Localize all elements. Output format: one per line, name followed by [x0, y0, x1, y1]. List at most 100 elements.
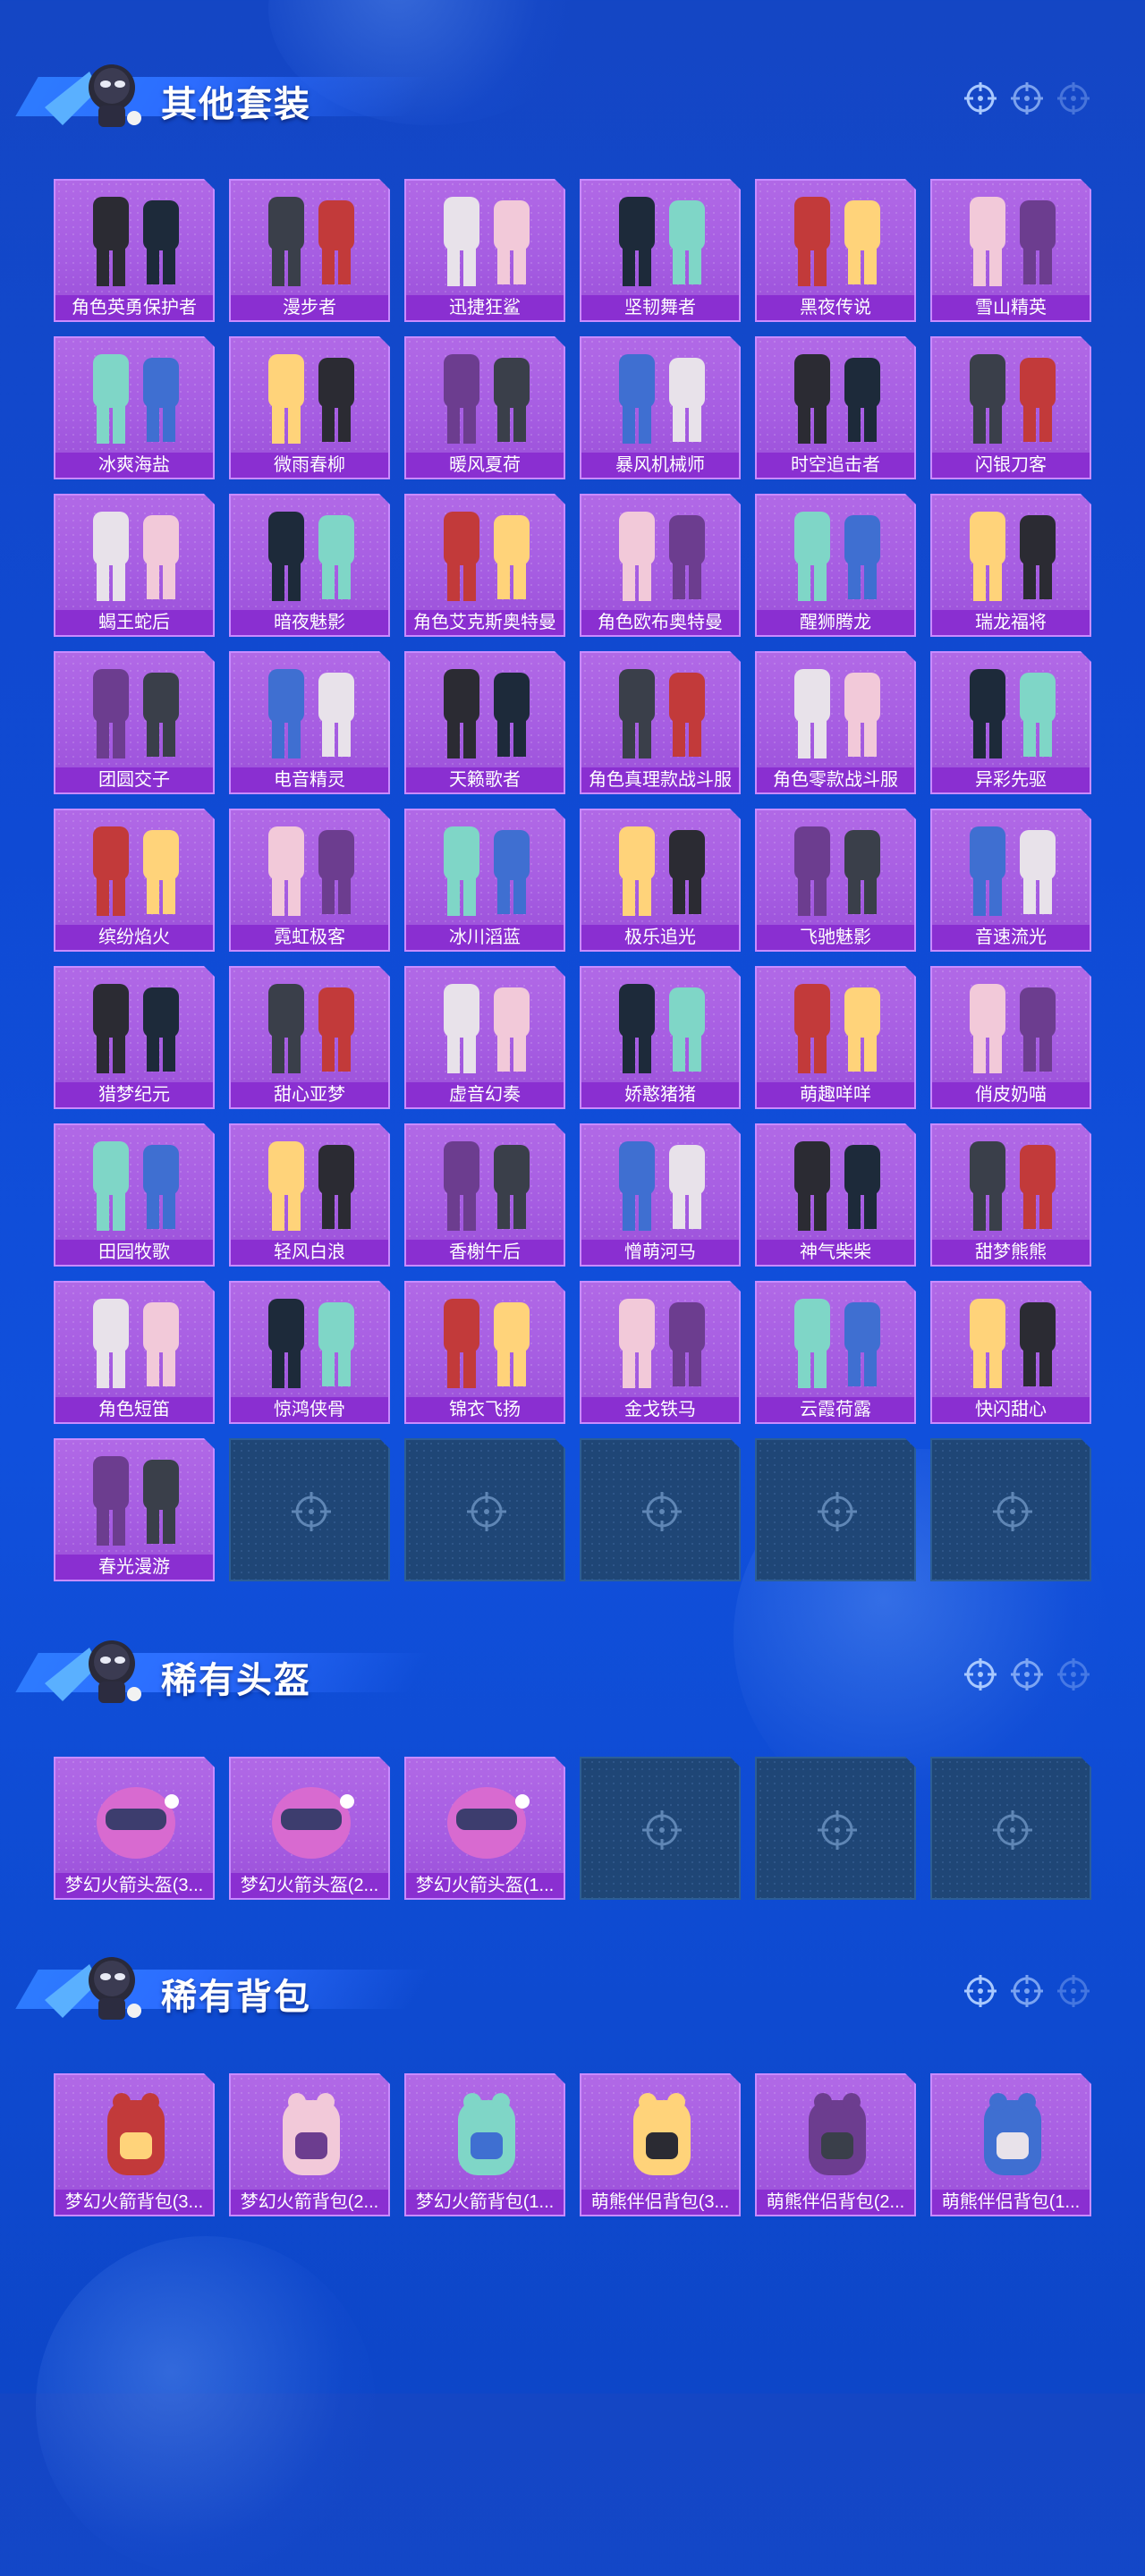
- item-card[interactable]: 梦幻火箭头盔(2...: [229, 1757, 390, 1900]
- item-card[interactable]: 萌趣咩咩: [755, 966, 916, 1109]
- item-card[interactable]: 角色短笛: [54, 1281, 215, 1424]
- outfit-icon: [794, 1299, 880, 1388]
- item-card[interactable]: 娇憨猪猪: [580, 966, 741, 1109]
- item-card[interactable]: 神气柴柴: [755, 1123, 916, 1267]
- item-label: 角色短笛: [55, 1397, 213, 1422]
- crosshair-icon: [1011, 1975, 1043, 2007]
- item-card[interactable]: 极乐追光: [580, 809, 741, 952]
- item-card[interactable]: 雪山精英: [930, 179, 1091, 322]
- item-card[interactable]: 梦幻火箭头盔(3...: [54, 1757, 215, 1900]
- item-card[interactable]: 微雨春柳: [229, 336, 390, 479]
- item-card[interactable]: 瑞龙福将: [930, 494, 1091, 637]
- item-label: 锦衣飞扬: [406, 1397, 564, 1422]
- item-card[interactable]: 锦衣飞扬: [404, 1281, 565, 1424]
- item-card[interactable]: 虚音幻奏: [404, 966, 565, 1109]
- outfit-icon: [619, 1299, 705, 1388]
- section-title: 稀有背包: [161, 1978, 311, 2017]
- outfit-icon: [268, 197, 354, 286]
- item-card[interactable]: 角色艾克斯奥特曼: [404, 494, 565, 637]
- item-label: 闪银刀客: [932, 453, 1090, 478]
- item-card[interactable]: 云霞荷露: [755, 1281, 916, 1424]
- outfit-icon: [93, 669, 179, 758]
- item-card[interactable]: 梦幻火箭头盔(1...: [404, 1757, 565, 1900]
- outfit-icon: [619, 512, 705, 601]
- item-card[interactable]: 甜梦熊熊: [930, 1123, 1091, 1267]
- item-card[interactable]: 黑夜传说: [755, 179, 916, 322]
- item-card[interactable]: 冰爽海盐: [54, 336, 215, 479]
- item-card[interactable]: 田园牧歌: [54, 1123, 215, 1267]
- item-label: 萌熊伴侣背包(1...: [932, 2190, 1090, 2215]
- item-card[interactable]: 异彩先驱: [930, 651, 1091, 794]
- item-label: 娇憨猪猪: [581, 1082, 739, 1107]
- item-card[interactable]: 霓虹极客: [229, 809, 390, 952]
- section-header-rare-helmets: 稀有头盔: [15, 1630, 1118, 1710]
- crosshair-icon: [993, 1492, 1032, 1531]
- item-card[interactable]: 天籁歌者: [404, 651, 565, 794]
- item-card[interactable]: 憎萌河马: [580, 1123, 741, 1267]
- item-card[interactable]: 梦幻火箭背包(1...: [404, 2073, 565, 2216]
- item-card[interactable]: 轻风白浪: [229, 1123, 390, 1267]
- item-card[interactable]: 迅捷狂鲨: [404, 179, 565, 322]
- item-card[interactable]: 春光漫游: [54, 1438, 215, 1581]
- outfit-icon: [619, 197, 705, 286]
- outfit-icon: [444, 669, 530, 758]
- item-card[interactable]: 角色零款战斗服: [755, 651, 916, 794]
- item-card[interactable]: 飞驰魅影: [755, 809, 916, 952]
- item-card[interactable]: 暗夜魅影: [229, 494, 390, 637]
- item-label: 甜梦熊熊: [932, 1240, 1090, 1265]
- item-label: 轻风白浪: [231, 1240, 388, 1265]
- item-card[interactable]: 金戈铁马: [580, 1281, 741, 1424]
- item-card[interactable]: 醒狮腾龙: [755, 494, 916, 637]
- crosshair-icon: [1057, 1658, 1090, 1690]
- item-card[interactable]: 惊鸿侠骨: [229, 1281, 390, 1424]
- outfit-icon: [619, 984, 705, 1073]
- item-card[interactable]: 猎梦纪元: [54, 966, 215, 1109]
- item-card[interactable]: 香榭午后: [404, 1123, 565, 1267]
- item-label: 惊鸿侠骨: [231, 1397, 388, 1422]
- item-label: 缤纷焰火: [55, 925, 213, 950]
- item-label: 角色英勇保护者: [55, 295, 213, 320]
- item-card[interactable]: 坚韧舞者: [580, 179, 741, 322]
- item-card[interactable]: 萌熊伴侣背包(2...: [755, 2073, 916, 2216]
- outfit-icon: [93, 1141, 179, 1231]
- item-card[interactable]: 音速流光: [930, 809, 1091, 952]
- item-card[interactable]: 团圆交子: [54, 651, 215, 794]
- item-card[interactable]: 萌熊伴侣背包(1...: [930, 2073, 1091, 2216]
- outfit-icon: [619, 669, 705, 758]
- empty-slot: [930, 1438, 1091, 1581]
- item-label: 田园牧歌: [55, 1240, 213, 1265]
- item-label: 虚音幻奏: [406, 1082, 564, 1107]
- outfit-icon: [619, 354, 705, 444]
- item-card[interactable]: 时空追击者: [755, 336, 916, 479]
- crosshair-icon: [964, 1975, 997, 2007]
- item-card[interactable]: 快闪甜心: [930, 1281, 1091, 1424]
- item-card[interactable]: 角色英勇保护者: [54, 179, 215, 322]
- item-card[interactable]: 电音精灵: [229, 651, 390, 794]
- crosshair-icon: [292, 1492, 331, 1531]
- backpack-icon: [809, 2093, 866, 2175]
- item-card[interactable]: 俏皮奶喵: [930, 966, 1091, 1109]
- item-card[interactable]: 暴风机械师: [580, 336, 741, 479]
- item-card[interactable]: 闪银刀客: [930, 336, 1091, 479]
- item-card[interactable]: 暖风夏荷: [404, 336, 565, 479]
- item-label: 蝎王蛇后: [55, 610, 213, 635]
- outfit-icon: [444, 826, 530, 916]
- item-label: 雪山精英: [932, 295, 1090, 320]
- item-card[interactable]: 梦幻火箭背包(2...: [229, 2073, 390, 2216]
- item-card[interactable]: 角色欧布奥特曼: [580, 494, 741, 637]
- section-header-other-suits: 其他套装: [15, 54, 1118, 134]
- item-card[interactable]: 蝎王蛇后: [54, 494, 215, 637]
- item-card[interactable]: 冰川滔蓝: [404, 809, 565, 952]
- item-label: 异彩先驱: [932, 767, 1090, 792]
- item-card[interactable]: 漫步者: [229, 179, 390, 322]
- item-card[interactable]: 梦幻火箭背包(3...: [54, 2073, 215, 2216]
- outfit-icon: [93, 1299, 179, 1388]
- item-card[interactable]: 萌熊伴侣背包(3...: [580, 2073, 741, 2216]
- crosshair-icon: [467, 1492, 506, 1531]
- outfit-icon: [444, 197, 530, 286]
- item-card[interactable]: 角色真理款战斗服: [580, 651, 741, 794]
- item-card[interactable]: 缤纷焰火: [54, 809, 215, 952]
- item-card[interactable]: 甜心亚梦: [229, 966, 390, 1109]
- item-label: 冰川滔蓝: [406, 925, 564, 950]
- outfit-icon: [268, 512, 354, 601]
